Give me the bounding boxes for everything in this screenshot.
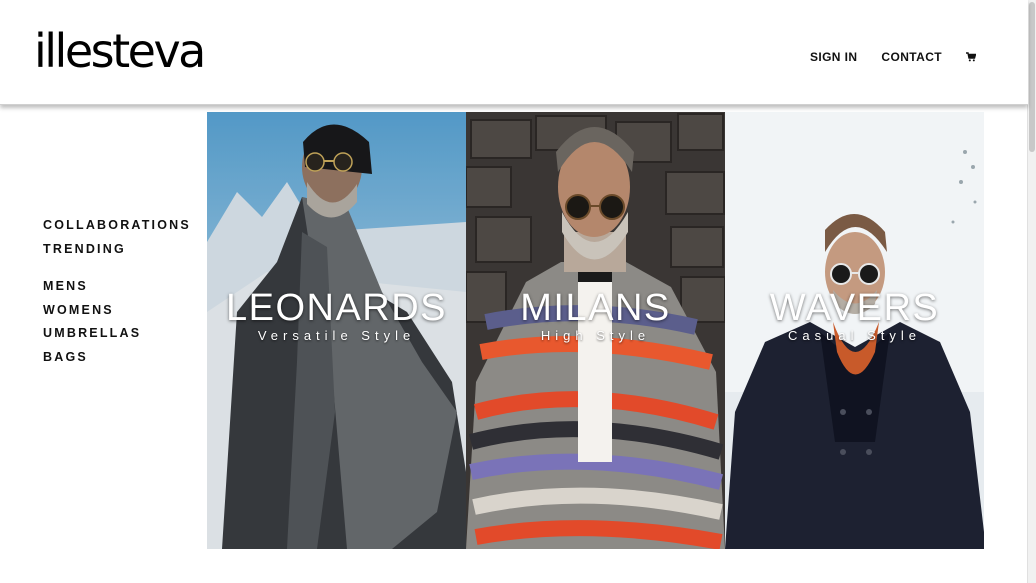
page-scrollbar[interactable] <box>1027 0 1036 583</box>
sidebar-item-trending[interactable]: TRENDING <box>43 242 191 266</box>
scrollbar-thumb[interactable] <box>1029 2 1035 152</box>
collection-card-milans[interactable]: MILANS High Style <box>466 112 725 549</box>
collection-card-leonards[interactable]: LEONARDS Versatile Style <box>207 112 466 549</box>
sidebar-item-mens[interactable]: MENS <box>43 279 191 303</box>
sidebar-item-umbrellas[interactable]: UMBRELLAS <box>43 326 191 350</box>
sign-in-link[interactable]: SIGN IN <box>810 50 857 64</box>
collection-subtitle: Casual Style <box>788 328 921 343</box>
sidebar-item-womens[interactable]: WOMENS <box>43 303 191 327</box>
sidebar-item-bags[interactable]: BAGS <box>43 350 191 374</box>
brand-logo[interactable]: illesteva <box>34 26 206 76</box>
top-navigation: SIGN IN CONTACT <box>786 50 976 64</box>
site-header: illesteva SIGN IN CONTACT <box>0 0 1028 105</box>
collection-panels: LEONARDS Versatile Style MILANS High Sty… <box>207 112 984 549</box>
collection-subtitle: High Style <box>540 328 651 343</box>
collection-card-wavers[interactable]: WAVERS Casual Style <box>725 112 984 549</box>
collection-title: WAVERS <box>769 287 940 329</box>
contact-link[interactable]: CONTACT <box>881 50 942 64</box>
collection-title: LEONARDS <box>225 287 448 329</box>
sidebar-item-collaborations[interactable]: COLLABORATIONS <box>43 218 191 242</box>
collection-subtitle: Versatile Style <box>257 328 416 343</box>
collection-title: MILANS <box>520 287 671 329</box>
shopping-cart-icon[interactable] <box>966 52 976 62</box>
category-sidebar: COLLABORATIONS TRENDING MENS WOMENS UMBR… <box>43 218 191 373</box>
